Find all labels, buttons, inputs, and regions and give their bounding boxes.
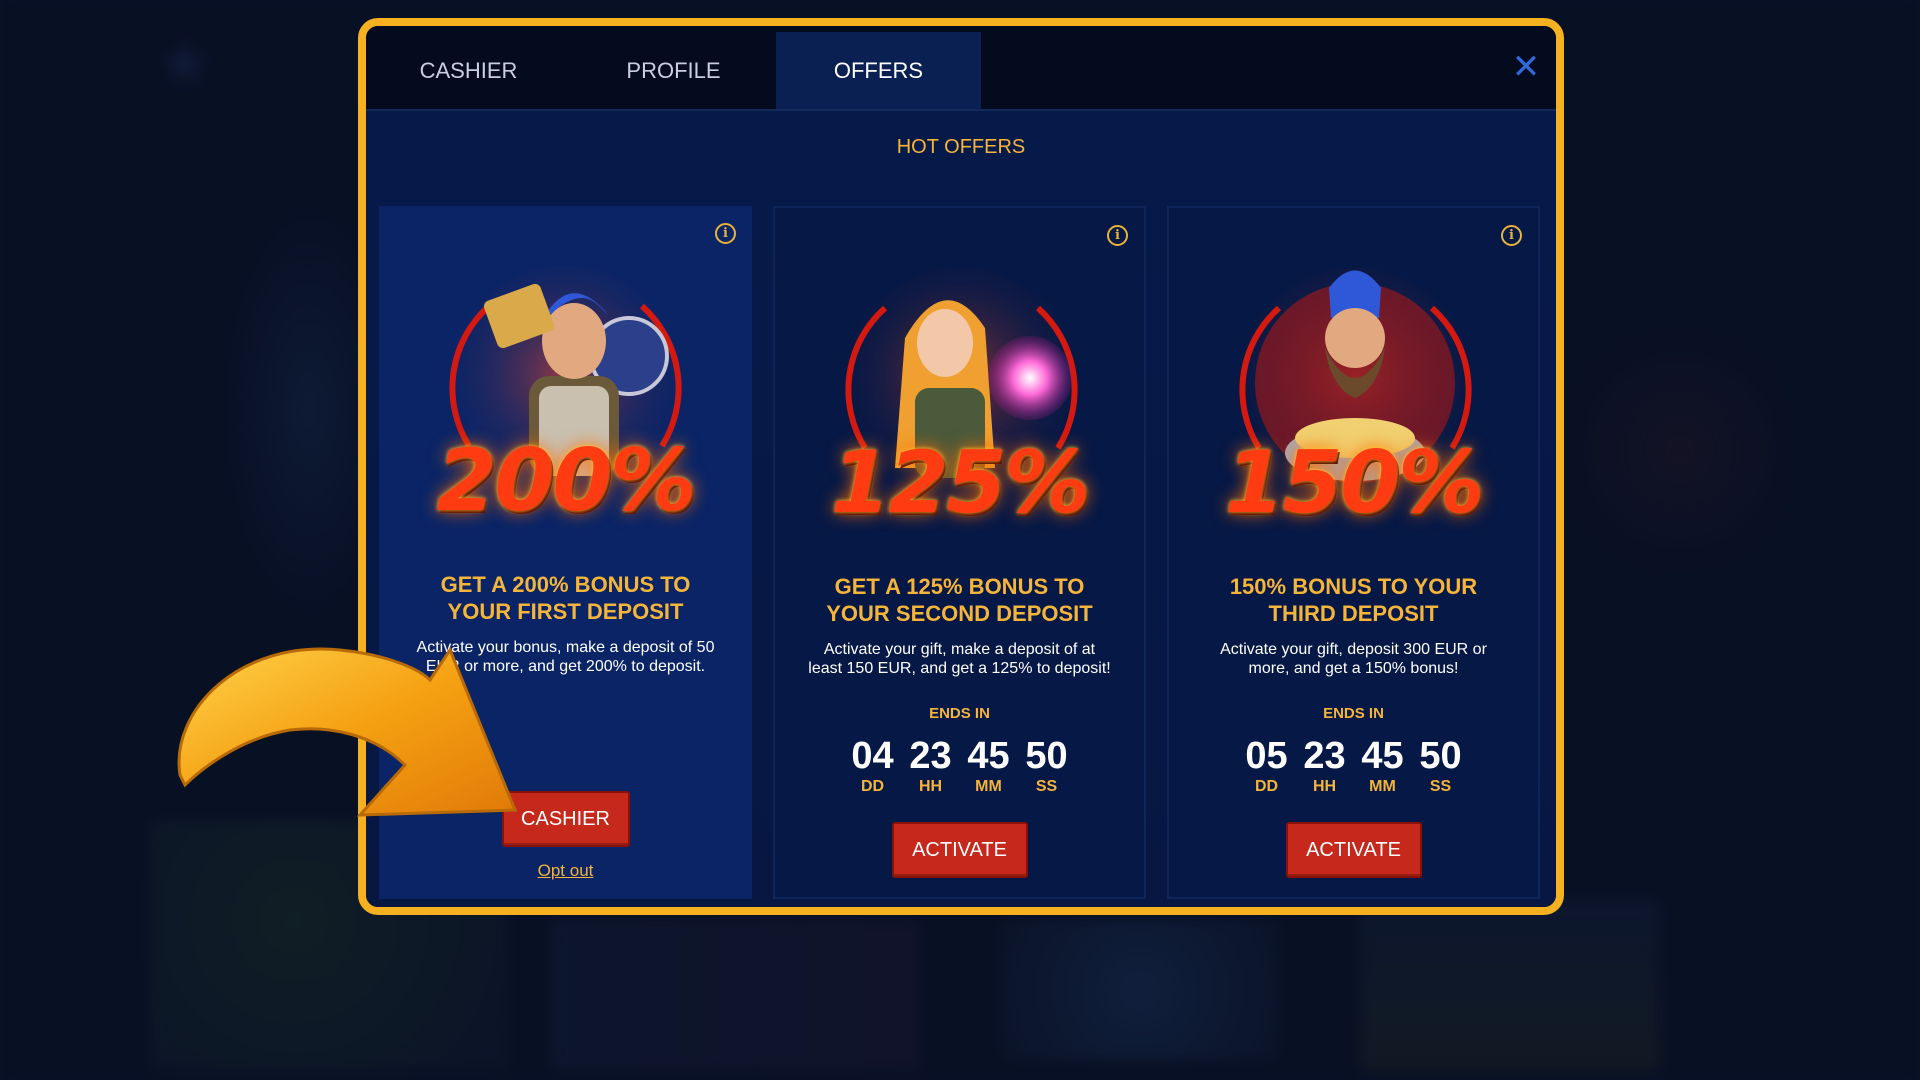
timer-hours-label: HH — [918, 778, 943, 795]
bonus-percent: 200% — [436, 431, 697, 531]
offers-modal: CASHIER PROFILE OFFERS ✕ HOT OFFERS i 20… — [358, 18, 1564, 915]
arrow-pointer-icon — [177, 646, 518, 817]
offer-title: GET A 125% BONUS TO YOUR SECOND DEPOSIT — [826, 574, 1093, 626]
section-title: HOT OFFERS — [896, 136, 1026, 158]
ends-in-label: ENDS IN — [929, 705, 990, 722]
offers-content: HOT OFFERS i 200% GET A 200% BONUS TO YO… — [366, 111, 1556, 907]
timer-hours: 23 — [1303, 735, 1346, 777]
tab-profile[interactable]: PROFILE — [571, 32, 776, 109]
timer-seconds-label: SS — [1035, 778, 1058, 795]
timer-minutes-label: MM — [1369, 778, 1396, 795]
timer-days-label: DD — [860, 778, 885, 795]
offer-card: i 150% 150% BONUS TO YOUR THIRD DEPOSIT … — [1167, 206, 1540, 899]
offer-card: i 125% GET A 125% BONUS TO YOUR SECOND D… — [773, 206, 1146, 899]
cashier-button[interactable]: CASHIER — [501, 791, 630, 847]
opt-out-link[interactable]: Opt out — [379, 861, 752, 881]
timer-seconds: 50 — [1025, 735, 1068, 777]
timer-hours: 23 — [909, 735, 952, 777]
modal-tabs: CASHIER PROFILE OFFERS ✕ — [366, 26, 1556, 111]
info-icon[interactable]: i — [1107, 225, 1128, 246]
countdown-timer: 05 DD 23 HH 45 MM 50 SS — [1169, 736, 1538, 796]
timer-minutes: 45 — [967, 735, 1010, 777]
bonus-percent: 150% — [1224, 433, 1485, 533]
timer-seconds-label: SS — [1429, 778, 1452, 795]
timer-minutes-label: MM — [975, 778, 1002, 795]
tab-offers[interactable]: OFFERS — [776, 32, 981, 109]
offer-title: GET A 200% BONUS TO YOUR FIRST DEPOSIT — [440, 572, 691, 624]
ends-in-label: ENDS IN — [1323, 705, 1384, 722]
offer-title: 150% BONUS TO YOUR THIRD DEPOSIT — [1229, 574, 1478, 626]
offer-description: Activate your gift, deposit 300 EUR or m… — [1220, 641, 1487, 677]
info-icon[interactable]: i — [1501, 225, 1522, 246]
close-icon[interactable]: ✕ — [1510, 50, 1542, 84]
tab-cashier[interactable]: CASHIER — [366, 32, 571, 109]
info-icon[interactable]: i — [715, 223, 736, 244]
timer-days: 05 — [1245, 735, 1288, 777]
bonus-percent: 125% — [830, 433, 1091, 533]
activate-button[interactable]: ACTIVATE — [1285, 822, 1422, 878]
timer-seconds: 50 — [1419, 735, 1462, 777]
timer-hours-label: HH — [1312, 778, 1337, 795]
timer-days-label: DD — [1254, 778, 1279, 795]
timer-days: 04 — [851, 735, 894, 777]
timer-minutes: 45 — [1361, 735, 1404, 777]
countdown-timer: 04 DD 23 HH 45 MM 50 SS — [775, 736, 1144, 796]
offer-description: Activate your gift, make a deposit of at… — [808, 641, 1111, 677]
activate-button[interactable]: ACTIVATE — [891, 822, 1028, 878]
